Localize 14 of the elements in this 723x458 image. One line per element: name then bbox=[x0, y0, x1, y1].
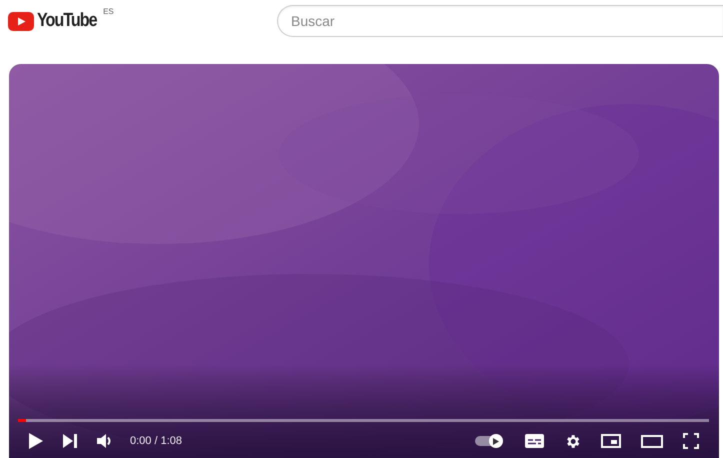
time-display: 0:00 / 1:08 bbox=[130, 435, 182, 447]
settings-button[interactable] bbox=[564, 432, 581, 450]
next-button[interactable] bbox=[63, 434, 77, 448]
play-icon bbox=[493, 438, 499, 444]
play-logo-icon[interactable] bbox=[8, 12, 34, 30]
play-button[interactable] bbox=[29, 433, 43, 449]
fullscreen-button[interactable] bbox=[683, 433, 699, 449]
subtitles-button[interactable] bbox=[525, 434, 544, 448]
region-code: ES bbox=[103, 7, 114, 16]
autoplay-toggle[interactable] bbox=[475, 434, 505, 448]
search-field[interactable]: Buscar bbox=[277, 5, 723, 37]
logo-text[interactable]: YouTube bbox=[37, 10, 97, 32]
miniplayer-button[interactable] bbox=[601, 434, 621, 448]
theater-mode-button[interactable] bbox=[641, 434, 663, 448]
